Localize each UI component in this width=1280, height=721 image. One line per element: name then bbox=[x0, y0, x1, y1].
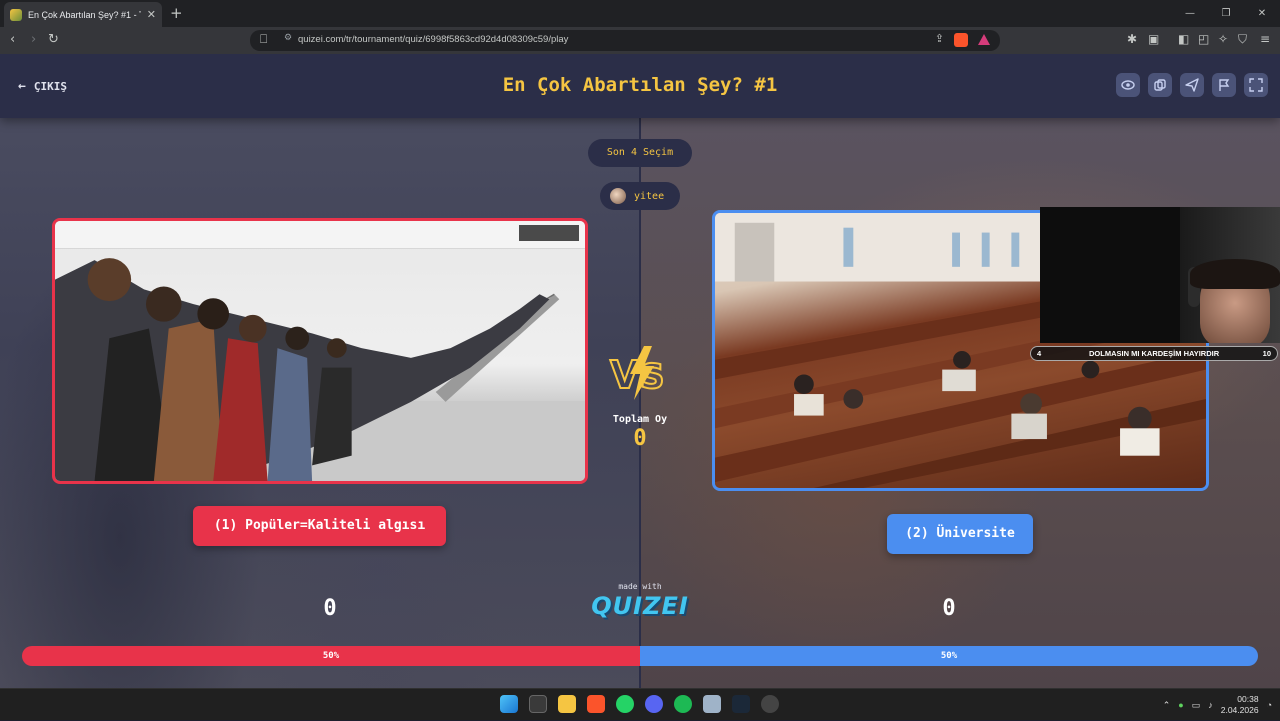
brave-rewards-icon[interactable] bbox=[978, 34, 990, 45]
shield-icon[interactable]: ⛉ bbox=[1238, 32, 1247, 47]
right-score: 0 bbox=[942, 596, 956, 621]
quiz-title: En Çok Abartılan Şey? #1 bbox=[502, 74, 778, 96]
windows-taskbar: ⌃ ● ▭ ♪ 00:38 2.04.2026 ◔ bbox=[0, 688, 1280, 720]
total-votes-value: 0 bbox=[633, 426, 647, 451]
avatar bbox=[610, 188, 626, 204]
header-actions bbox=[1116, 73, 1268, 97]
quiz-header: ← ÇIKIŞ En Çok Abartılan Şey? #1 bbox=[0, 54, 1280, 118]
tab-close-icon[interactable]: ✕ bbox=[147, 8, 156, 21]
clock-date: 2.04.2026 bbox=[1220, 705, 1259, 715]
system-tray: ⌃ ● ▭ ♪ 00:38 2.04.2026 ◔ bbox=[1163, 689, 1272, 721]
clock[interactable]: 00:38 2.04.2026 bbox=[1221, 694, 1259, 716]
left-score: 0 bbox=[323, 596, 337, 621]
tab-favicon-icon bbox=[10, 8, 22, 21]
copy-icon[interactable] bbox=[1148, 73, 1172, 97]
webcam-overlay bbox=[1040, 207, 1280, 343]
start-icon[interactable] bbox=[500, 695, 518, 713]
brave-browser-icon[interactable] bbox=[587, 695, 605, 713]
obs-icon[interactable] bbox=[761, 695, 779, 713]
file-explorer-icon[interactable] bbox=[558, 695, 576, 713]
url-text[interactable]: quizei.com/tr/tournament/quiz/6998f5863c… bbox=[298, 34, 568, 45]
username: yitee bbox=[634, 190, 665, 202]
right-vote-bar: 50% bbox=[640, 646, 1258, 666]
option-left-button[interactable]: (1) Popüler=Kaliteli algısı bbox=[193, 506, 446, 546]
send-icon[interactable] bbox=[1180, 73, 1204, 97]
sidebar-icon[interactable]: ◧ bbox=[1178, 32, 1189, 46]
browser-tab-active[interactable]: En Çok Abartılan Şey? #1 - Tier l ✕ bbox=[4, 2, 162, 27]
app-icon[interactable] bbox=[703, 695, 721, 713]
extensions-icon[interactable]: ✱ bbox=[1127, 32, 1137, 46]
browser-toolbar: ‹ › ↻ ⎕ ⚙ quizei.com/tr/tournament/quiz/… bbox=[0, 27, 1280, 54]
last-choices-pill[interactable]: Son 4 Seçim bbox=[588, 139, 692, 167]
ticker-left-value: 4 bbox=[1037, 349, 1042, 358]
ticker-right-value: 10 bbox=[1262, 349, 1271, 358]
bookmark-icon[interactable]: ⎕ bbox=[260, 32, 267, 47]
site-info-icon[interactable]: ⚙ bbox=[284, 33, 292, 43]
spotify-icon[interactable] bbox=[674, 695, 692, 713]
capcut-icon[interactable] bbox=[529, 695, 547, 713]
forward-arrow-icon[interactable]: › bbox=[31, 32, 36, 47]
clock-time: 00:38 bbox=[1237, 694, 1259, 704]
brave-shield-icon[interactable] bbox=[954, 33, 968, 47]
steam-icon[interactable] bbox=[732, 695, 750, 713]
ticker-text: DOLMASIN MI KARDEŞİM HAYIRDIR bbox=[1089, 349, 1220, 358]
browser-tab-strip: En Çok Abartılan Şey? #1 - Tier l ✕ + — … bbox=[0, 0, 1280, 27]
wallet-icon[interactable]: ▣ bbox=[1148, 32, 1159, 46]
queue-photo bbox=[55, 221, 585, 481]
fullscreen-icon[interactable] bbox=[1244, 73, 1268, 97]
volume-icon[interactable]: ♪ bbox=[1208, 700, 1213, 710]
leo-ai-icon[interactable]: ✧ bbox=[1218, 32, 1228, 46]
minimize-button[interactable]: — bbox=[1172, 0, 1208, 27]
user-pill: yitee bbox=[600, 182, 680, 210]
stream-ticker: 4 DOLMASIN MI KARDEŞİM HAYIRDIR 10 bbox=[1030, 346, 1278, 361]
svg-text:V: V bbox=[610, 353, 640, 397]
close-window-button[interactable]: ✕ bbox=[1244, 0, 1280, 27]
quizei-logo[interactable]: QUIZEI bbox=[580, 592, 700, 620]
vs-icon: V S bbox=[609, 346, 666, 400]
network-icon[interactable]: ▭ bbox=[1192, 700, 1201, 711]
taskbar-apps bbox=[500, 695, 779, 713]
eye-icon[interactable] bbox=[1116, 73, 1140, 97]
option-right-button[interactable]: (2) Üniversite bbox=[887, 514, 1033, 554]
total-votes-label: Toplam Oy bbox=[612, 414, 668, 425]
tab-title: En Çok Abartılan Şey? #1 - Tier l bbox=[28, 9, 141, 20]
new-tab-button[interactable]: + bbox=[170, 4, 183, 22]
back-arrow-icon[interactable]: ‹ bbox=[10, 32, 15, 47]
whatsapp-icon[interactable] bbox=[616, 695, 634, 713]
menu-icon[interactable]: ≡ bbox=[1260, 32, 1270, 46]
left-vote-bar: 50% bbox=[22, 646, 640, 666]
vpn-icon[interactable]: ◰ bbox=[1198, 32, 1209, 46]
flag-icon[interactable] bbox=[1212, 73, 1236, 97]
discord-icon[interactable] bbox=[645, 695, 663, 713]
address-bar[interactable]: ⎕ ⚙ quizei.com/tr/tournament/quiz/6998f5… bbox=[250, 30, 1000, 51]
made-with-label: made with bbox=[618, 582, 662, 591]
restore-button[interactable]: ❐ bbox=[1208, 0, 1244, 27]
notification-icon[interactable]: ◔ bbox=[1267, 700, 1272, 710]
quiz-page: ← ÇIKIŞ En Çok Abartılan Şey? #1 Son 4 S… bbox=[0, 54, 1280, 688]
chevron-up-icon[interactable]: ⌃ bbox=[1163, 700, 1171, 711]
window-controls: — ❐ ✕ bbox=[1172, 0, 1280, 27]
reload-icon[interactable]: ↻ bbox=[48, 32, 59, 47]
option-left-image[interactable] bbox=[52, 218, 588, 484]
share-icon[interactable]: ⇪ bbox=[935, 32, 944, 45]
microphone-icon[interactable]: ● bbox=[1178, 700, 1183, 710]
